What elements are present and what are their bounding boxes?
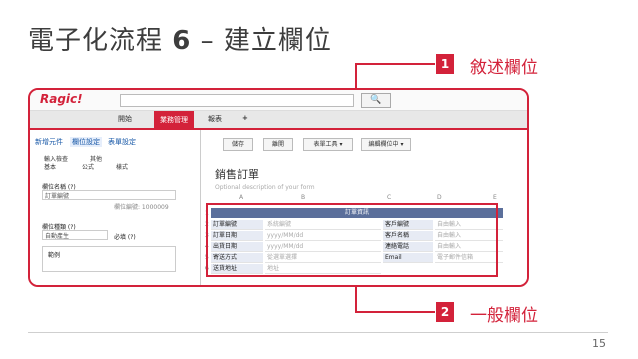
callout-2-badge: 2	[436, 302, 454, 322]
field-type-select[interactable]: 自動產生	[42, 230, 108, 240]
search-button[interactable]: 🔍	[361, 93, 391, 108]
search-input[interactable]	[120, 94, 354, 107]
exit-button[interactable]: 離開	[263, 138, 293, 151]
editing-fields-button[interactable]: 編輯欄位中 ▾	[361, 138, 411, 151]
tab-field-settings[interactable]: 欄位設定	[70, 137, 102, 147]
column-b: B	[301, 194, 306, 201]
subtab-basic[interactable]: 基本	[44, 162, 56, 171]
column-d: D	[437, 194, 442, 201]
field-id-text: 欄位編號: 1000009	[114, 204, 169, 211]
form-title: 銷售訂單	[215, 168, 259, 181]
column-c: C	[387, 194, 392, 201]
save-button[interactable]: 儲存	[223, 138, 253, 151]
callout-1-label: 敘述欄位	[470, 58, 538, 78]
nav-business[interactable]: 業務管理	[154, 111, 194, 128]
example-box	[42, 246, 176, 272]
callout-2-hline	[355, 311, 435, 313]
field-name-input[interactable]: 訂單編號	[42, 190, 176, 200]
title-number: 6	[172, 26, 192, 56]
app-navbar: 開始 業務管理 報表 +	[30, 111, 527, 130]
subtab-style[interactable]: 樣式	[116, 162, 128, 171]
form-tools-button[interactable]: 表單工具 ▾	[303, 138, 353, 151]
highlight-box	[206, 203, 498, 277]
nav-reports[interactable]: 報表	[208, 114, 222, 124]
tab-add-component[interactable]: 新增元件	[35, 137, 63, 147]
left-panel: 新增元件 欄位設定 表單設定 輸入檢查 其他 基本 公式 樣式 欄位名稱 (?)…	[30, 130, 201, 285]
required-checkbox-label[interactable]: 必填 (?)	[114, 232, 136, 241]
nav-start[interactable]: 開始	[118, 114, 132, 124]
footer-divider	[28, 332, 608, 333]
ragic-logo: Ragic!	[40, 92, 83, 106]
form-description: Optional description of your form	[215, 184, 315, 191]
page-number: 15	[592, 337, 606, 350]
column-a: A	[239, 194, 244, 201]
column-e: E	[493, 194, 497, 201]
title-rest: – 建立欄位	[191, 26, 332, 56]
title-main: 電子化流程	[28, 26, 173, 56]
slide-title: 電子化流程 6 – 建立欄位	[28, 20, 332, 57]
callout-2-label: 一般欄位	[470, 306, 538, 326]
callout-1-badge: 1	[436, 54, 454, 74]
nav-add[interactable]: +	[242, 114, 248, 122]
tab-form-settings[interactable]: 表單設定	[108, 137, 136, 147]
callout-1-hline	[355, 63, 435, 65]
app-topbar: Ragic! 🔍	[30, 90, 527, 111]
subtab-formula[interactable]: 公式	[82, 162, 94, 171]
